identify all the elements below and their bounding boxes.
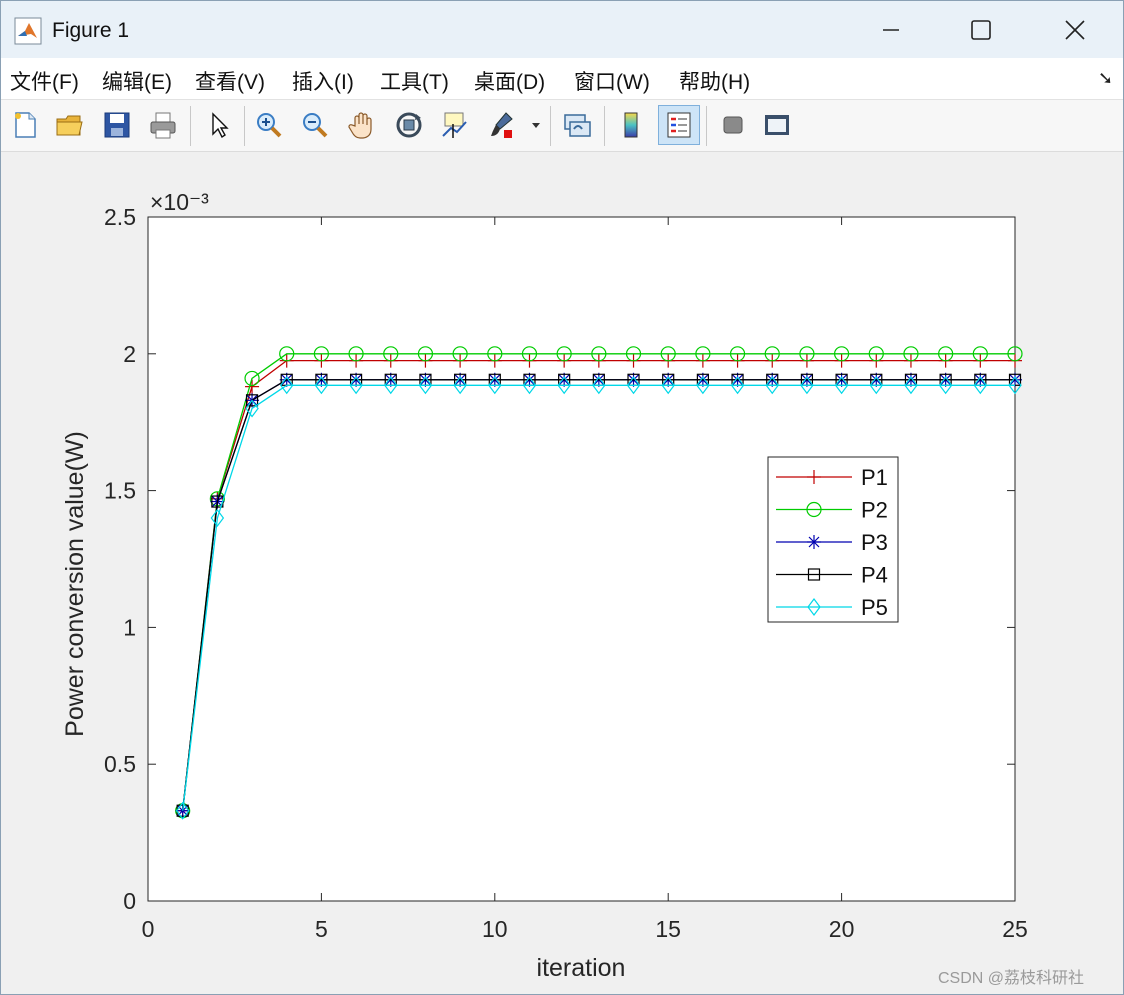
legend-label: P5 <box>861 595 888 620</box>
minimize-button[interactable] <box>868 9 914 51</box>
pan-hand-icon[interactable] <box>345 108 379 142</box>
zoom-out-icon[interactable] <box>298 108 332 142</box>
menu-bar: 文件(F) 编辑(E) 查看(V) 插入(I) 工具(T) 桌面(D) 窗口(W… <box>0 58 1124 100</box>
y-axis-label: Power conversion value(W) <box>61 431 89 737</box>
brush-dropdown-icon[interactable] <box>526 108 546 142</box>
legend-label: P2 <box>861 498 888 523</box>
maximize-icon <box>971 20 991 40</box>
x-tick-label: 0 <box>142 916 155 942</box>
colorbar-icon[interactable] <box>614 108 648 142</box>
menu-window[interactable]: 窗口(W) <box>574 66 650 96</box>
chart: 00.511.522.5 0 5 10 15 20 25 ×10⁻³ iteration … <box>61 189 1028 982</box>
menu-edit[interactable]: 编辑(E) <box>102 66 172 96</box>
watermark: CSDN @荔枝科研社 <box>938 970 1085 987</box>
y-tick-label: 1.5 <box>104 478 136 504</box>
minimize-icon <box>883 29 899 31</box>
title-bar: Figure 1 <box>0 0 1124 58</box>
hide-plot-tools-icon[interactable] <box>716 108 750 142</box>
legend-icon[interactable] <box>658 105 700 145</box>
x-tick-label: 10 <box>482 916 508 942</box>
maximize-button[interactable] <box>958 9 1004 51</box>
rotate-3d-icon[interactable] <box>392 108 426 142</box>
x-tick-label: 20 <box>829 916 855 942</box>
y-tick-label: 0.5 <box>104 751 136 777</box>
menu-tools[interactable]: 工具(T) <box>380 66 449 96</box>
y-exponent-label: ×10⁻³ <box>150 189 209 215</box>
figure-canvas: 0 0.5 1 1.5 2 2.5 0 5 10 15 20 25 ×10⁻³ iteration … <box>0 152 1124 995</box>
window-title: Figure 1 <box>52 19 130 42</box>
brush-icon[interactable] <box>484 108 518 142</box>
menu-help[interactable]: 帮助(H) <box>679 66 750 96</box>
menu-desktop[interactable]: 桌面(D) <box>474 66 545 96</box>
x-tick-label: 15 <box>655 916 681 942</box>
y-tick-label: 1 <box>123 614 136 640</box>
legend-label: P4 <box>861 563 888 588</box>
open-file-icon[interactable] <box>52 108 86 142</box>
close-icon <box>1065 20 1085 40</box>
dock-figure-icon[interactable]: ➘ <box>1098 68 1113 89</box>
pointer-icon[interactable] <box>202 108 236 142</box>
y-tick-label: 0 <box>123 888 136 914</box>
figure-toolbar <box>0 100 1124 152</box>
legend-label: P3 <box>861 530 888 555</box>
matlab-logo-icon <box>14 17 42 45</box>
show-plot-tools-icon[interactable] <box>760 108 794 142</box>
save-icon[interactable] <box>100 108 134 142</box>
x-axis-label: iteration <box>537 954 626 982</box>
menu-insert[interactable]: 插入(I) <box>292 66 354 96</box>
y-tick-label: 2 <box>123 341 136 367</box>
x-tick-label: 5 <box>315 916 328 942</box>
print-icon[interactable] <box>146 108 180 142</box>
menu-file[interactable]: 文件(F) <box>10 66 79 96</box>
y-tick-label: 2.5 <box>104 204 136 230</box>
legend-label: P1 <box>861 465 888 490</box>
data-cursor-icon[interactable] <box>437 108 471 142</box>
legend-marker <box>807 535 821 549</box>
new-figure-icon[interactable] <box>8 108 42 142</box>
link-plot-icon[interactable] <box>560 108 594 142</box>
x-tick-label: 25 <box>1002 916 1028 942</box>
menu-view[interactable]: 查看(V) <box>195 66 265 96</box>
legend[interactable]: P1 P2 P3 P4 P5 <box>767 456 899 623</box>
zoom-in-icon[interactable] <box>252 108 286 142</box>
close-button[interactable] <box>1052 9 1098 51</box>
